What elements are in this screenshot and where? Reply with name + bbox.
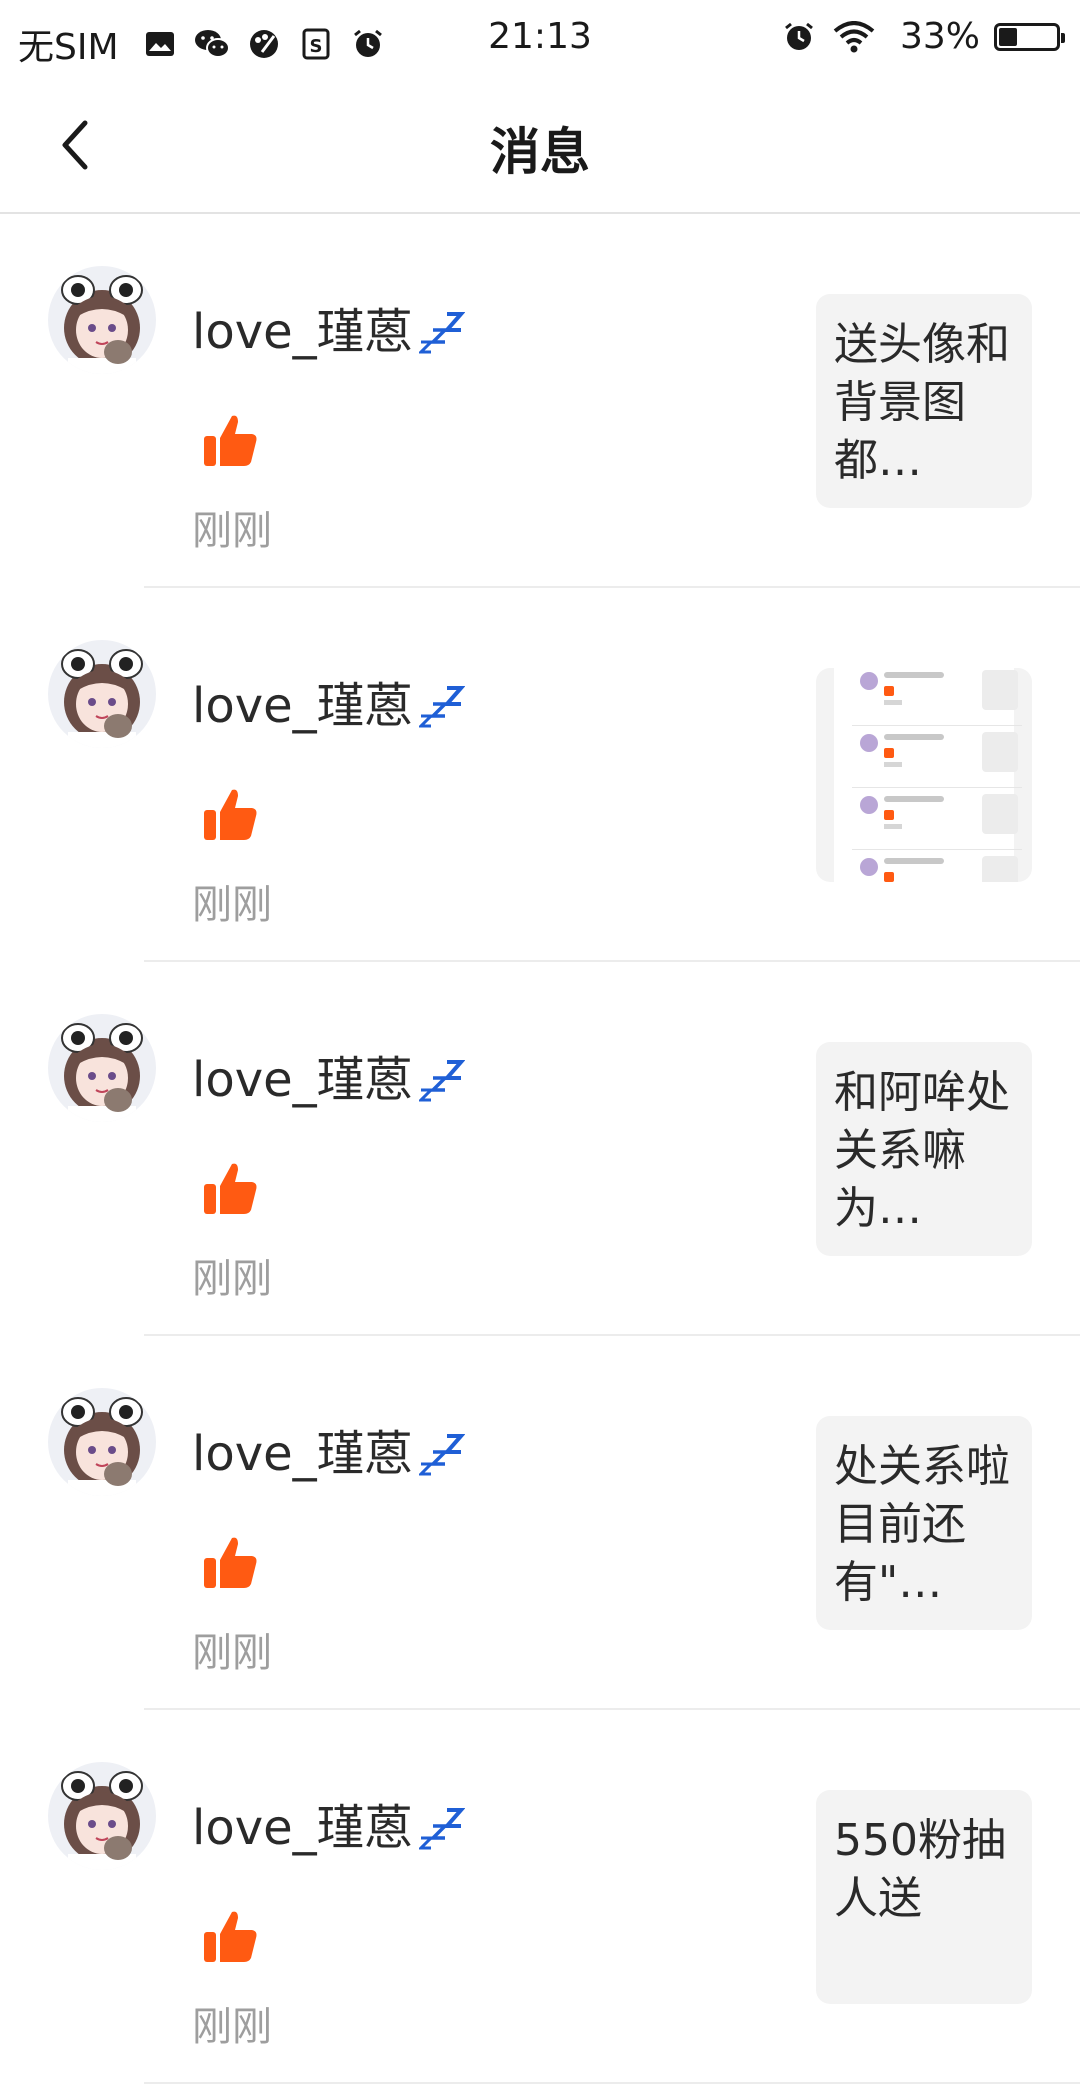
battery-percent: 33% — [899, 16, 980, 57]
username-row: love_瑾蒽 — [192, 292, 465, 362]
preview-mini-row — [852, 792, 1022, 850]
thumbs-up-icon — [200, 1158, 260, 1218]
sleeping-zzz-icon — [418, 686, 465, 728]
mini-like — [884, 810, 894, 820]
preview-text[interactable]: 和阿哞处关系嘛为… — [816, 1042, 1032, 1256]
battery-level — [999, 27, 1017, 46]
status-bar: 无SIM S 21:13 33% — [0, 0, 1080, 76]
avatar[interactable] — [48, 640, 156, 748]
list-item[interactable]: love_瑾蒽 刚刚 处关系啦目前还有"… — [0, 1336, 1080, 1710]
battery-icon — [994, 22, 1065, 51]
preview-text[interactable]: 送头像和背景图都… — [816, 294, 1032, 508]
avatar[interactable] — [48, 1014, 156, 1122]
thumbs-up-icon — [200, 410, 260, 470]
preview-mini-row — [852, 730, 1022, 788]
mini-name — [884, 858, 944, 864]
sleeping-zzz-icon — [418, 312, 465, 354]
preview-text[interactable]: 550粉抽人送 — [816, 1790, 1032, 2004]
mini-time — [884, 824, 902, 829]
avatar[interactable] — [48, 266, 156, 374]
username[interactable]: love_瑾蒽 — [192, 1788, 413, 1858]
username-row: love_瑾蒽 — [192, 666, 465, 736]
mini-name — [884, 734, 944, 740]
mini-thumb — [982, 794, 1018, 834]
status-right: 33% — [780, 16, 1065, 57]
thumbs-up-icon — [200, 1906, 260, 1966]
username[interactable]: love_瑾蒽 — [192, 292, 413, 362]
mini-like — [884, 872, 894, 882]
preview-mini-row — [852, 854, 1022, 882]
username-row: love_瑾蒽 — [192, 1788, 465, 1858]
username-row: love_瑾蒽 — [192, 1040, 465, 1110]
timestamp: 刚刚 — [192, 1630, 272, 1676]
mini-time — [884, 700, 902, 705]
username-row: love_瑾蒽 — [192, 1414, 465, 1484]
page-title: 消息 — [490, 123, 590, 181]
alarm-icon — [780, 18, 818, 56]
mini-thumb — [982, 856, 1018, 882]
mini-thumb — [982, 670, 1018, 710]
mini-time — [884, 762, 902, 767]
list-item[interactable]: love_瑾蒽 刚刚 — [0, 588, 1080, 962]
nav-bar: 消息 — [0, 76, 1080, 214]
avatar[interactable] — [48, 1388, 156, 1496]
mini-avatar — [860, 672, 878, 690]
mini-like — [884, 686, 894, 696]
mini-divider — [852, 787, 1022, 788]
list-item[interactable]: love_瑾蒽 刚刚 送头像和背景图都… — [0, 214, 1080, 588]
preview-image[interactable] — [816, 668, 1032, 882]
preview-screenshot — [834, 668, 1022, 882]
mini-like — [884, 748, 894, 758]
preview-text[interactable]: 处关系啦目前还有"… — [816, 1416, 1032, 1630]
wifi-icon — [832, 18, 876, 56]
thumbs-up-icon — [200, 784, 260, 844]
sleeping-zzz-icon — [418, 1808, 465, 1850]
username[interactable]: love_瑾蒽 — [192, 666, 413, 736]
timestamp: 刚刚 — [192, 508, 272, 554]
mini-thumb — [982, 732, 1018, 772]
timestamp: 刚刚 — [192, 882, 272, 928]
sleeping-zzz-icon — [418, 1434, 465, 1476]
mini-name — [884, 796, 944, 802]
avatar[interactable] — [48, 1762, 156, 1870]
username[interactable]: love_瑾蒽 — [192, 1414, 413, 1484]
timestamp: 刚刚 — [192, 2004, 272, 2050]
mini-avatar — [860, 734, 878, 752]
preview-mini-row — [852, 668, 1022, 726]
message-list: love_瑾蒽 刚刚 送头像和背景图都… love_瑾蒽 刚刚 love_瑾蒽 … — [0, 214, 1080, 2084]
mini-name — [884, 672, 944, 678]
mini-avatar — [860, 858, 878, 876]
list-item[interactable]: love_瑾蒽 刚刚 和阿哞处关系嘛为… — [0, 962, 1080, 1336]
username[interactable]: love_瑾蒽 — [192, 1040, 413, 1110]
thumbs-up-icon — [200, 1532, 260, 1592]
mini-divider — [852, 725, 1022, 726]
mini-avatar — [860, 796, 878, 814]
mini-divider — [852, 849, 1022, 850]
list-item[interactable]: love_瑾蒽 刚刚 550粉抽人送 — [0, 1710, 1080, 2084]
timestamp: 刚刚 — [192, 1256, 272, 1302]
sleeping-zzz-icon — [418, 1060, 465, 1102]
